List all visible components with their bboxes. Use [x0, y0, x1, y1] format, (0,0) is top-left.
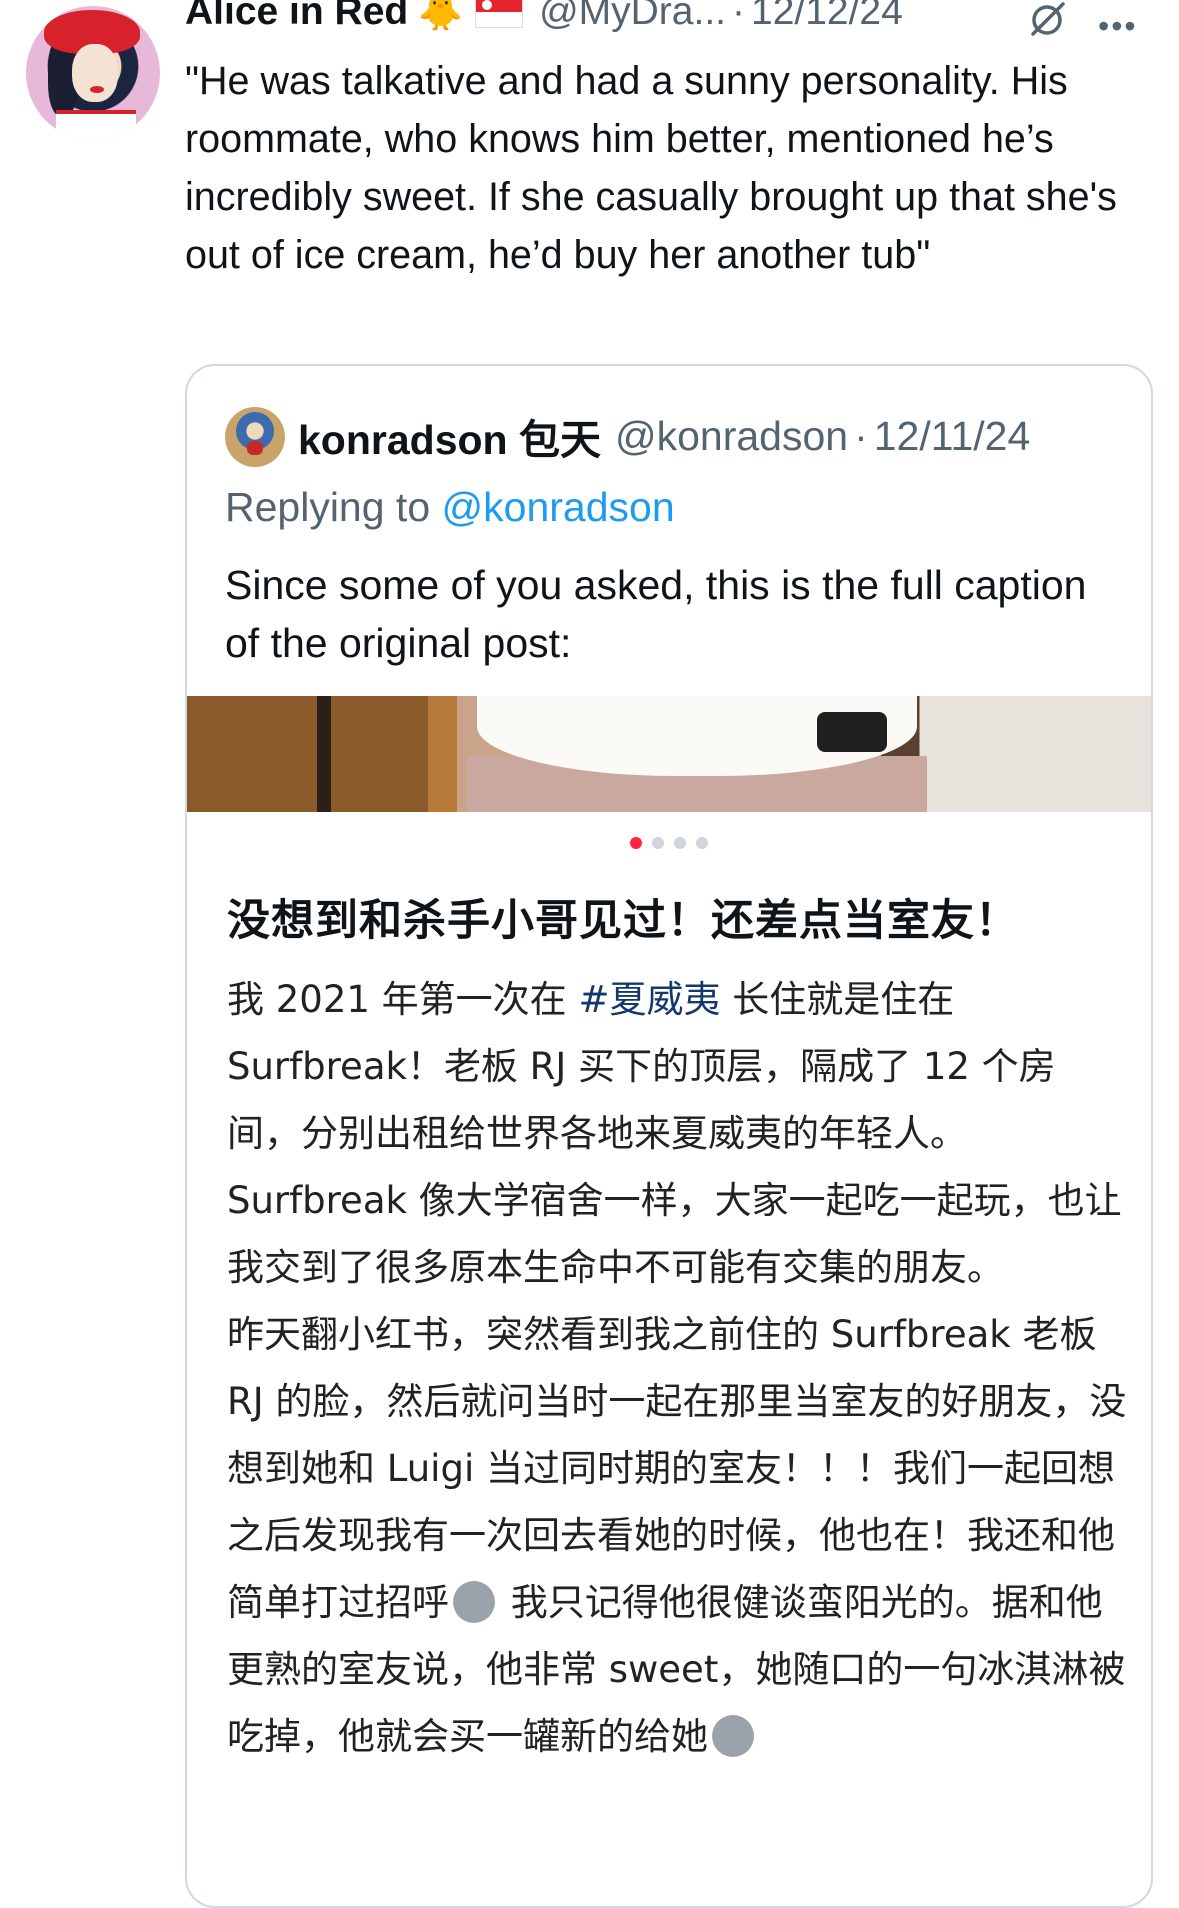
more-options-icon[interactable]: ••• [1098, 8, 1138, 45]
post-body-part3: 昨天翻小红书，突然看到我之前住的 Surfbreak 老板 RJ 的脸，然后就问… [227, 1313, 1127, 1624]
post-body-part1: 我 2021 年第一次在 [227, 978, 579, 1021]
tweet-header: Alice in Red 🐥 @MyDra... · 12/12/24 [185, 0, 903, 36]
author-name[interactable]: Alice in Red [185, 0, 408, 34]
author-handle[interactable]: @MyDra... [539, 0, 726, 34]
replying-to: Replying to @konradson [225, 484, 675, 531]
avatar-dress [56, 110, 136, 140]
separator-dot: · [732, 0, 745, 33]
carousel-indicator [187, 837, 1151, 849]
grok-icon[interactable] [1025, 0, 1069, 42]
replying-handle-link[interactable]: @konradson [442, 484, 675, 530]
separator-dot: · [854, 412, 868, 459]
user-avatar[interactable] [26, 6, 160, 140]
quoted-author-avatar[interactable] [225, 407, 285, 467]
tweet-date[interactable]: 12/12/24 [751, 0, 903, 34]
replying-prefix: Replying to [225, 484, 431, 530]
chick-emoji: 🐥 [418, 0, 464, 32]
quoted-tweet-header: konradson 包天 @konradson · 12/11/24 [298, 406, 1030, 466]
hashtag-link[interactable]: #夏威夷 [578, 978, 720, 1021]
quoted-author-name[interactable]: konradson 包天 [298, 406, 601, 466]
post-title: 没想到和杀手小哥见过！还差点当室友！ [227, 896, 1019, 946]
quoted-tweet-text: Since some of you asked, this is the ful… [225, 562, 1087, 666]
avatar-lips [90, 86, 104, 93]
tweet-text: "He was talkative and had a sunny person… [185, 59, 1117, 277]
quoted-tweet[interactable]: konradson 包天 @konradson · 12/11/24 Reply… [185, 364, 1153, 1908]
carousel-dot[interactable] [652, 837, 664, 849]
crying-emoji-icon [712, 1715, 754, 1757]
post-body: 我 2021 年第一次在 #夏威夷 长住就是住在 Surfbreak！老板 RJ… [227, 966, 1127, 1770]
post-body-part2: 长住就是住在 Surfbreak！老板 RJ 买下的顶层，隔成了 12 个房间，… [227, 978, 1122, 1289]
quoted-tweet-date[interactable]: 12/11/24 [874, 413, 1031, 460]
singapore-flag-icon [475, 0, 524, 28]
carousel-dot[interactable] [696, 837, 708, 849]
post-image[interactable] [187, 696, 1151, 812]
carousel-dot[interactable] [674, 837, 686, 849]
avatar-face [72, 44, 118, 102]
emoji-icon [453, 1581, 495, 1623]
carousel-dot-active[interactable] [630, 837, 642, 849]
quoted-author-handle[interactable]: @konradson [615, 413, 848, 460]
